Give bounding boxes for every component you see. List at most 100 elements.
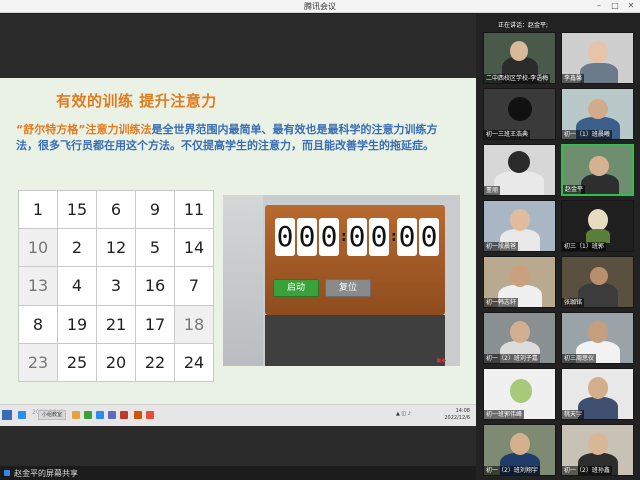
slide-title: 有效的训练 提升注意力 (56, 92, 217, 110)
participant-tile[interactable]: 二中西校区学校-李语梅 (483, 32, 556, 84)
participant-name: 初一三班王浩典 (484, 130, 531, 139)
grid-cell: 7 (174, 266, 214, 306)
taskbar-clock: 14:08 2022/12/6 (444, 408, 470, 422)
timer-separator: : (391, 229, 397, 245)
participant-gallery: 正在讲话：赵金平; 二中西校区学校-李语梅 李鑫馨 初一三班王浩典 初一（1）班… (476, 14, 640, 480)
timer-digits: 0 0 0 : 0 0 : 0 0 (275, 217, 439, 257)
grid-cell: 14 (174, 228, 214, 268)
participant-face (588, 41, 608, 63)
grid-row: 23 25 20 22 24 (18, 342, 214, 383)
minimize-icon[interactable]: – (593, 1, 605, 10)
grid-cell: 6 (96, 189, 136, 230)
participant-name: 初三周思仪 (562, 354, 597, 363)
timer-reset-button[interactable]: 复位 (325, 279, 371, 297)
grid-cell: 18 (174, 304, 214, 344)
grid-cell: 15 (57, 189, 97, 230)
timer-digit: 0 (275, 218, 295, 256)
system-tray-icon[interactable]: ▲ ◫ ♪ (396, 411, 411, 417)
screen-share-status-bar: 赵金平的屏幕共享 (0, 466, 476, 480)
media-controls-icon[interactable]: ◼◆ (436, 357, 446, 364)
grid-cell: 23 (18, 342, 58, 383)
browser-icon[interactable] (18, 411, 26, 419)
participant-face (588, 377, 608, 399)
speaker-icon (482, 18, 494, 28)
participant-figure (586, 229, 610, 243)
participant-tile[interactable]: 初一（2）班刘翔宇 (483, 424, 556, 476)
participant-tile[interactable]: 初一（2）班孙鑫 (561, 424, 634, 476)
participant-tile-active[interactable]: 赵金平 (561, 144, 634, 196)
grid-row: 1 15 6 9 11 (18, 189, 214, 230)
grid-cell: 19 (57, 304, 97, 344)
participant-face (588, 321, 608, 343)
presentation-slide: 有效的训练 提升注意力 “舒尔特方格”注意力训练法是全世界范围内最简单、最有效也… (0, 78, 476, 404)
grid-cell: 11 (174, 189, 214, 230)
participant-name: 初一（2）班孙鑫 (562, 466, 612, 475)
participant-tile[interactable]: 张珈铭 (561, 256, 634, 308)
app-icon[interactable] (84, 411, 92, 419)
grid-cell: 24 (174, 342, 214, 383)
grid-cell: 12 (96, 228, 136, 268)
participant-tile[interactable]: 董丽 (483, 144, 556, 196)
timer-board: 0 0 0 : 0 0 : 0 0 启动 复位 (265, 205, 445, 315)
participant-tile[interactable]: 桃天宇 (561, 368, 634, 420)
schulte-grid: 1 15 6 9 11 10 2 12 5 14 13 4 3 16 7 8 1… (18, 189, 214, 383)
folder-icon[interactable] (72, 411, 80, 419)
app-icon[interactable] (120, 411, 128, 419)
participant-tile[interactable]: 初三（1）班郭 (561, 200, 634, 252)
grid-cell: 22 (135, 342, 175, 383)
participant-name: 初一（2）班刘子嘉 (484, 354, 540, 363)
taskbar-app[interactable]: 小组教室 (38, 410, 66, 420)
participant-name: 初一（2）班刘翔宇 (484, 466, 540, 475)
powerpoint-icon[interactable] (134, 411, 142, 419)
participant-tile[interactable]: 初一（1）班晨曦 (561, 88, 634, 140)
close-icon[interactable]: ✕ (625, 1, 637, 10)
grid-cell: 13 (18, 266, 58, 306)
grid-cell: 2 (57, 228, 97, 268)
participant-figure (581, 174, 619, 194)
grid-cell: 10 (18, 228, 58, 268)
participant-name: 桃天宇 (562, 410, 585, 419)
participant-tile[interactable]: 初一韩志轩 (483, 256, 556, 308)
grid-cell: 8 (18, 304, 58, 344)
timer-digit: 0 (297, 218, 317, 256)
clock-date: 2022/12/6 (444, 415, 470, 421)
participant-avatar (588, 209, 608, 231)
participant-name: 二中西校区学校-李语梅 (484, 74, 551, 83)
participant-figure (494, 171, 544, 195)
timer-digit: 0 (347, 218, 367, 256)
participant-name: 初三（1）班郭 (562, 242, 606, 251)
screen-share-label: 赵金平的屏幕共享 (14, 469, 78, 478)
title-bar: 腾讯会议 – □ ✕ (0, 0, 640, 13)
maximize-icon[interactable]: □ (609, 1, 621, 10)
share-icon (4, 470, 10, 476)
slide-highlight-text: “舒尔特方格”注意力训练法 (16, 123, 152, 136)
participant-avatar (508, 97, 532, 121)
grid-cell: 17 (135, 304, 175, 344)
grid-row: 10 2 12 5 14 (18, 228, 214, 268)
windows-start-icon[interactable] (2, 410, 12, 420)
participant-face (508, 151, 530, 173)
participant-tile[interactable]: 李鑫馨 (561, 32, 634, 84)
participant-tile[interactable]: 初一班郭伟峰 (483, 368, 556, 420)
participant-name: 初一（1）班晨曦 (562, 130, 612, 139)
participant-tile[interactable]: 初一（2）班刘子嘉 (483, 312, 556, 364)
participant-name: 初一段晨爸 (484, 242, 519, 251)
app-icon[interactable] (96, 411, 104, 419)
participant-tile[interactable]: 初一段晨爸 (483, 200, 556, 252)
timer-start-button[interactable]: 启动 (273, 279, 319, 297)
grid-cell: 5 (135, 228, 175, 268)
grid-cell: 1 (18, 189, 58, 230)
grid-cell: 4 (57, 266, 97, 306)
participant-name: 张珈铭 (562, 298, 585, 307)
grid-row: 13 4 3 16 7 (18, 266, 214, 306)
app-icon[interactable] (146, 411, 154, 419)
participant-face (510, 41, 528, 61)
participant-tile[interactable]: 初三周思仪 (561, 312, 634, 364)
participant-face (510, 433, 530, 455)
participant-avatar (510, 379, 532, 403)
app-icon[interactable] (108, 411, 116, 419)
timer-digit: 0 (369, 218, 389, 256)
participant-name: 初一韩志轩 (484, 298, 519, 307)
participant-name: 赵金平 (563, 185, 586, 194)
participant-tile[interactable]: 初一三班王浩典 (483, 88, 556, 140)
